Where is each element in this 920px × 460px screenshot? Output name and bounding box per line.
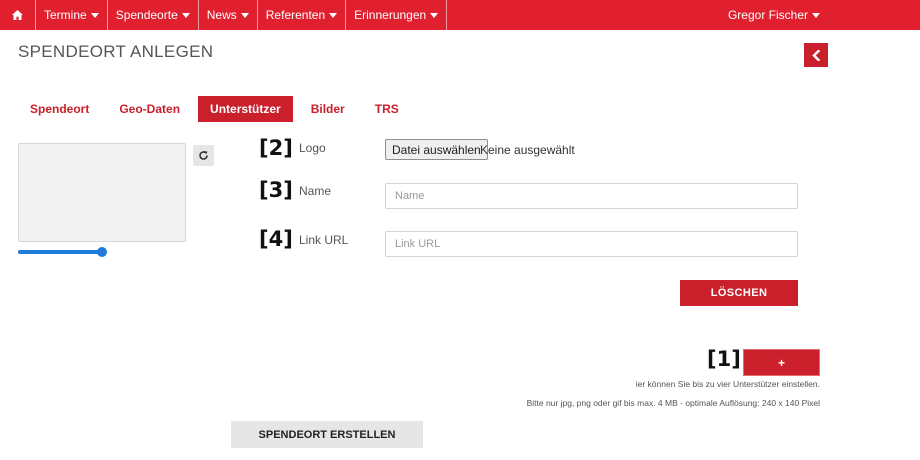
name-label: Name [299, 184, 332, 198]
back-button[interactable] [804, 43, 828, 67]
refresh-icon [199, 151, 208, 160]
refresh-button[interactable] [193, 145, 214, 166]
file-status: Keine ausgewählt [480, 143, 575, 157]
annotation-marker-1: [1] [707, 347, 741, 371]
caret-down-icon [812, 12, 820, 18]
add-supporter-button[interactable]: + [743, 349, 820, 376]
create-spendeort-button[interactable]: SPENDEORT ERSTELLEN [231, 421, 423, 448]
logo-preview [18, 143, 186, 242]
zoom-slider-track [18, 250, 102, 254]
annotation-marker-4: [4] [259, 227, 293, 251]
link-url-label: Link URL [299, 233, 349, 247]
page-title: SPENDEORT ANLEGEN [18, 42, 214, 61]
nav-news[interactable]: News [199, 0, 258, 30]
user-name: Gregor Fischer [727, 8, 808, 22]
zoom-slider-handle[interactable] [97, 247, 107, 257]
nav-spendeorte[interactable]: Spendeorte [108, 0, 199, 30]
nav-referenten-label: Referenten [265, 8, 326, 22]
nav-termine-label: Termine [44, 8, 87, 22]
nav-erinnerungen-label: Erinnerungen [354, 8, 427, 22]
nav-erinnerungen[interactable]: Erinnerungen [346, 0, 448, 30]
delete-button[interactable]: LÖSCHEN [680, 280, 798, 306]
nav-spendeorte-label: Spendeorte [115, 8, 178, 22]
annotation-marker-3: [3] [259, 178, 293, 202]
name-input[interactable] [385, 183, 798, 209]
caret-down-icon [240, 12, 249, 18]
tab-geo-daten[interactable]: Geo-Daten [107, 96, 192, 122]
tab-trs[interactable]: TRS [363, 96, 411, 122]
user-menu[interactable]: Gregor Fischer [728, 0, 820, 30]
file-select-button[interactable]: Datei auswählen [385, 139, 488, 160]
tab-spendeort[interactable]: Spendeort [18, 96, 101, 122]
nav-referenten[interactable]: Referenten [258, 0, 347, 30]
annotation-marker-2: [2] [259, 136, 293, 160]
nav-news-label: News [206, 8, 237, 22]
form-tabs: Spendeort Geo-Daten Unterstützer Bilder … [18, 96, 417, 122]
caret-down-icon [181, 12, 190, 18]
home-icon [12, 10, 23, 20]
top-navbar: Termine Spendeorte News Referenten Erinn… [0, 0, 920, 30]
logo-label: Logo [299, 141, 326, 155]
tab-unterstuetzer[interactable]: Unterstützer [198, 96, 293, 122]
supporter-limit-hint: ier können Sie bis zu vier Unterstützer … [635, 379, 820, 389]
nav-termine[interactable]: Termine [36, 0, 108, 30]
caret-down-icon [430, 12, 439, 18]
caret-down-icon [329, 12, 338, 18]
image-format-hint: Bitte nur jpg, png oder gif bis max. 4 M… [526, 398, 820, 408]
home-button[interactable] [0, 0, 36, 30]
zoom-slider[interactable] [18, 247, 107, 257]
tab-bilder[interactable]: Bilder [299, 96, 357, 122]
chevron-left-icon [812, 49, 820, 61]
link-url-input[interactable] [385, 231, 798, 257]
caret-down-icon [90, 12, 99, 18]
